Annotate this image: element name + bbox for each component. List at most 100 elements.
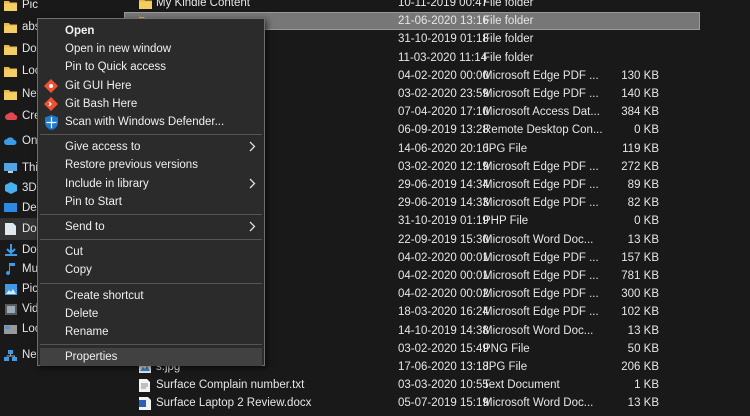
menu-item-open[interactable]: Open [38, 22, 264, 40]
sidebar-item-netw[interactable]: Netw [0, 344, 38, 366]
menu-item-git-bash-here[interactable]: Git Bash Here [38, 95, 264, 113]
menu-item-restore-previous-versions[interactable]: Restore previous versions [38, 156, 264, 174]
menu-item-label: Pin to Start [65, 195, 122, 208]
sidebar-item-label: Loca [22, 65, 38, 77]
sidebar-item-musi[interactable]: Musi [0, 258, 38, 280]
file-row[interactable]: Surface Complain number.txt 03-03-2020 10… [38, 376, 750, 394]
menu-item-copy[interactable]: Copy [38, 261, 264, 279]
sidebar-item-3d-o[interactable]: 3D O [0, 177, 38, 199]
git-bash-icon [44, 96, 59, 112]
sidebar-item-label: Dov [22, 43, 38, 55]
menu-separator [40, 344, 262, 346]
sidebar-item-label: Pictures [22, 0, 38, 11]
file-date: 04-02-2020 00:00 [398, 70, 489, 82]
menu-item-label: Open [65, 25, 95, 37]
menu-item-pin-to-start[interactable]: Pin to Start [38, 193, 264, 211]
file-type: Microsoft Edge PDF ... [483, 161, 599, 173]
menu-separator [40, 214, 262, 215]
file-size: 102 KB [621, 306, 659, 318]
sidebar-item-absl[interactable]: absl [0, 16, 38, 38]
file-row[interactable]: Surface Laptop 2 Review.docx 05-07-2019 1… [38, 394, 750, 412]
file-size: 781 KB [621, 270, 659, 282]
menu-item-rename[interactable]: Rename [38, 323, 264, 341]
sidebar-item-docu[interactable]: Docu [0, 218, 38, 240]
file-date: 06-09-2019 13:28 [398, 124, 489, 136]
file-type: Microsoft Word Doc... [483, 325, 594, 337]
menu-item-include-in-library[interactable]: Include in library [38, 175, 264, 193]
file-date: 04-02-2020 00:01 [398, 252, 489, 264]
file-type: Microsoft Edge PDF ... [483, 270, 599, 282]
menu-item-label: Rename [65, 326, 109, 338]
file-type: File folder [483, 52, 534, 64]
file-size: 130 KB [621, 70, 659, 82]
file-date: 14-06-2020 20:16 [398, 143, 489, 155]
menu-item-git-gui-here[interactable]: Git GUI Here [38, 77, 264, 95]
menu-item-create-shortcut[interactable]: Create shortcut [38, 287, 264, 305]
sidebar-item-label: Pictu [22, 283, 38, 295]
menu-item-properties[interactable]: Properties [40, 348, 262, 367]
menu-item-cut[interactable]: Cut [38, 243, 264, 261]
menu-item-label: Copy [65, 264, 92, 277]
sidebar-item-new[interactable]: New [0, 83, 38, 105]
file-size: 119 KB [622, 143, 659, 155]
sidebar-item-label: New [22, 88, 38, 100]
menu-item-label: Pin to Quick access [65, 61, 166, 74]
folder-icon [4, 66, 17, 77]
3d-objects-icon [4, 182, 17, 194]
sidebar-item-this-p[interactable]: This P [0, 157, 38, 179]
file-type: Microsoft Edge PDF ... [483, 197, 599, 209]
menu-item-label: Open in new window [65, 43, 172, 56]
file-date: 31-10-2019 01:19 [398, 215, 489, 227]
file-date: 29-06-2019 14:34 [398, 179, 489, 191]
file-size: 0 KB [634, 124, 659, 136]
folder-icon [139, 0, 152, 9]
file-type: File folder [483, 0, 534, 9]
sidebar-item-vide[interactable]: Vide [0, 298, 38, 320]
chevron-right-icon [249, 178, 256, 189]
documents-icon [4, 223, 17, 235]
sidebar-item-label: Desk [22, 202, 38, 214]
context-menu: Open Open in new window Pin to Quick acces… [37, 18, 265, 367]
sidebar-item-pictures[interactable]: Pictures [0, 0, 38, 16]
text-file-icon [139, 379, 152, 392]
sidebar-item-desk[interactable]: Desk [0, 197, 38, 219]
menu-item-scan-with-windows-defender[interactable]: Scan with Windows Defender... [38, 113, 264, 131]
menu-item-send-to[interactable]: Send to [38, 218, 264, 236]
sidebar-item-oned[interactable]: OneD [0, 130, 38, 152]
file-size: 300 KB [621, 288, 659, 300]
menu-item-open-in-new-window[interactable]: Open in new window [38, 40, 264, 58]
menu-item-pin-to-quick-access[interactable]: Pin to Quick access [38, 58, 264, 76]
file-date: 03-03-2020 10:55 [398, 379, 489, 391]
file-size: 13 KB [627, 325, 659, 337]
file-type: PHP File [483, 215, 529, 227]
sidebar-item-loca[interactable]: Loca [0, 318, 38, 340]
sidebar-item-dov[interactable]: Dov [0, 38, 38, 60]
file-row[interactable]: My Kindle Content 10-11-2019 00:47 File fo… [38, 0, 750, 12]
file-size: 1 KB [634, 379, 659, 391]
file-type: Text Document [483, 379, 560, 391]
file-date: 05-07-2019 15:19 [398, 397, 489, 409]
file-name: My Kindle Content [156, 0, 250, 9]
file-date: 03-02-2020 15:49 [398, 343, 489, 355]
file-type: Microsoft Edge PDF ... [483, 70, 599, 82]
file-date: 21-06-2020 13:16 [398, 15, 489, 27]
menu-separator [40, 282, 262, 284]
file-date: 17-06-2020 13:18 [398, 361, 489, 373]
sidebar-item-label: absl [22, 21, 38, 33]
videos-icon [4, 303, 17, 315]
menu-item-delete[interactable]: Delete [38, 305, 264, 323]
music-icon [4, 263, 17, 275]
sidebar-item-loca[interactable]: Loca [0, 60, 38, 82]
sidebar-item-label: This P [22, 162, 38, 174]
sidebar-item-creat[interactable]: Creat [0, 105, 38, 127]
file-type: JPG File [483, 361, 528, 373]
sidebar-item-label: Dow [22, 244, 38, 256]
sidebar-item-label: Loca [22, 323, 38, 335]
menu-item-give-access-to[interactable]: Give access to [38, 138, 264, 156]
file-date: 11-03-2020 11:14 [398, 52, 488, 64]
local-disk-icon [4, 324, 17, 335]
file-type: Remote Desktop Con... [483, 124, 603, 136]
menu-item-label: Properties [65, 351, 118, 364]
sidebar-item-pictu[interactable]: Pictu [0, 278, 38, 300]
file-type: Microsoft Word Doc... [483, 234, 594, 246]
